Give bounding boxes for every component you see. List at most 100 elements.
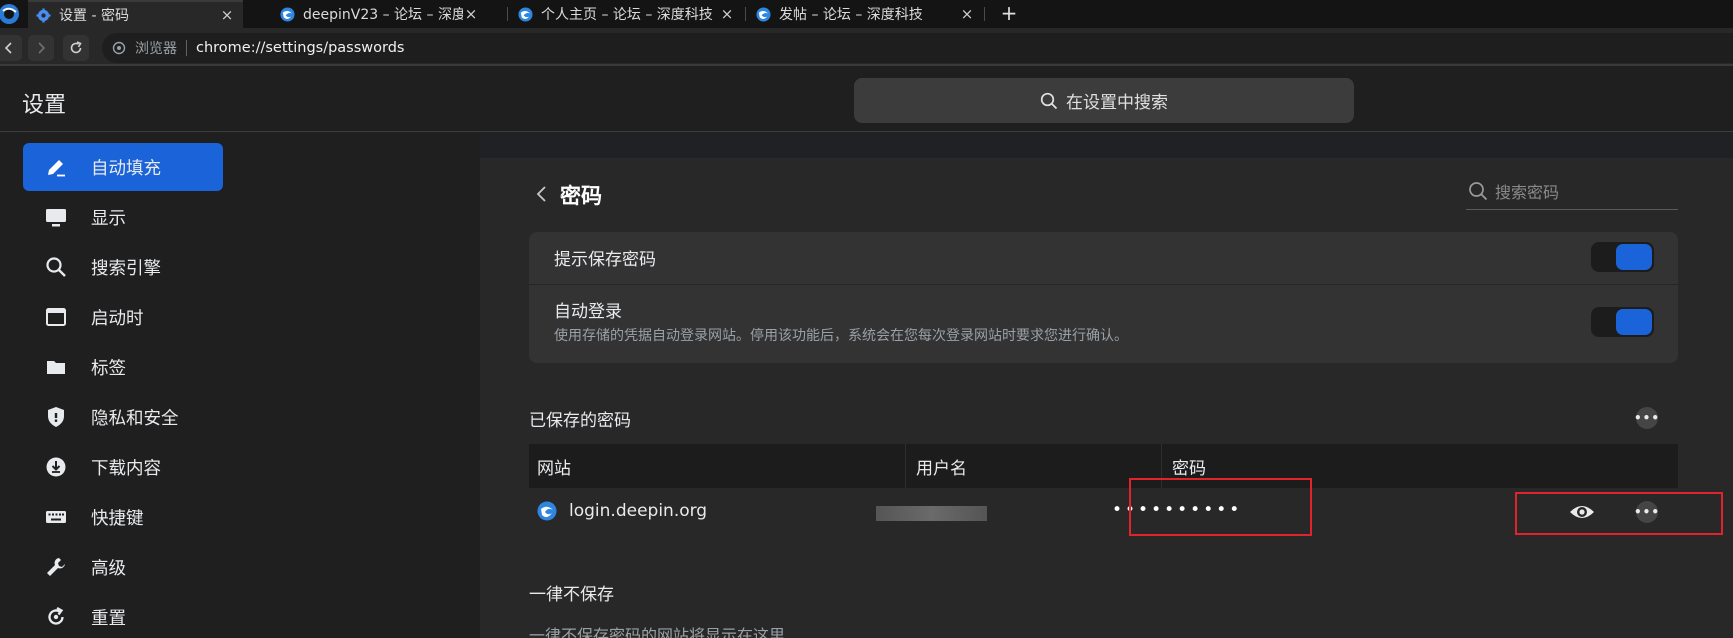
toggle-knob	[1616, 244, 1652, 270]
table-row: login.deepin.org •••••••••• •••	[529, 488, 1678, 536]
wrench-icon	[43, 554, 69, 580]
more-icon: •••	[1634, 411, 1661, 425]
offer-to-save-toggle[interactable]	[1591, 242, 1654, 272]
sidebar-item-label: 标签	[91, 358, 126, 379]
table-header: 网站 用户名 密码	[529, 444, 1678, 488]
chevron-right-icon	[38, 42, 46, 54]
search-placeholder: 在设置中搜索	[1066, 93, 1168, 113]
sidebar-item-reset[interactable]: 重置	[23, 593, 223, 638]
username-redacted	[876, 506, 987, 521]
sidebar-item-autofill[interactable]: 自动填充	[23, 143, 223, 191]
reload-icon	[70, 41, 82, 54]
monitor-icon	[43, 204, 69, 230]
tab-separator	[745, 7, 746, 21]
pencil-icon	[43, 154, 69, 180]
tab-close-icon[interactable]: ×	[463, 5, 479, 23]
column-header-site: 网站	[537, 458, 571, 479]
omnibox-url[interactable]: chrome://settings/passwords	[196, 40, 404, 56]
passwords-page: 密码 搜索密码 提示保存密码 自动登录 使用存储的凭据自动登录网站。停用该功能后…	[480, 158, 1733, 638]
tab-deepin-forum[interactable]: deepinV23 – 论坛 – 深度科技 ×	[272, 0, 487, 28]
sidebar-item-privacy[interactable]: 隐私和安全	[23, 393, 223, 441]
forward-button[interactable]	[28, 35, 54, 61]
chevron-left-icon	[4, 42, 12, 54]
search-icon	[1469, 181, 1488, 200]
tab-close-icon[interactable]: ×	[719, 5, 735, 23]
sidebar-item-advanced[interactable]: 高级	[23, 543, 223, 591]
tab-separator	[984, 7, 985, 21]
back-arrow-icon[interactable]	[532, 184, 552, 204]
site-info-icon[interactable]	[112, 41, 126, 55]
deepin-icon	[280, 6, 295, 22]
column-separator	[905, 444, 906, 488]
browser-logo-icon	[0, 4, 19, 24]
sidebar-item-on-startup[interactable]: 启动时	[23, 293, 223, 341]
search-icon	[43, 254, 69, 280]
offer-to-save-label: 提示保存密码	[554, 250, 656, 270]
toggle-knob	[1616, 309, 1652, 335]
settings-header: 设置 在设置中搜索	[0, 66, 1733, 132]
tab-strip: 设置 - 密码 × deepinV23 – 论坛 – 深度科技 × 个人主页 –…	[0, 0, 1733, 28]
tab-personal-page[interactable]: 个人主页 – 论坛 – 深度科技 ×	[510, 0, 743, 28]
back-button[interactable]	[0, 35, 22, 61]
keyboard-icon	[43, 504, 69, 530]
site-url[interactable]: login.deepin.org	[569, 501, 707, 521]
sidebar-item-label: 快捷键	[91, 508, 144, 529]
omnibox-chip: 浏览器	[135, 41, 177, 57]
search-placeholder: 搜索密码	[1495, 182, 1560, 202]
search-icon	[1040, 92, 1058, 109]
sidebar-item-label: 下载内容	[91, 458, 161, 479]
tab-settings-passwords[interactable]: 设置 - 密码 ×	[28, 0, 243, 28]
settings-sidebar: 自动填充 显示 搜索引擎 启动时 标签 隐私和安全 下载内容 快捷键 高级 重置	[0, 133, 480, 638]
sidebar-item-display[interactable]: 显示	[23, 193, 223, 241]
tab-title: deepinV23 – 论坛 – 深度科技	[303, 7, 463, 23]
highlight-box-password	[1129, 478, 1312, 536]
deepin-icon	[518, 6, 533, 22]
auto-signin-toggle[interactable]	[1591, 307, 1654, 337]
page-title: 密码	[560, 184, 602, 208]
deepin-icon	[756, 6, 771, 22]
offer-to-save-row: 提示保存密码	[529, 232, 1678, 284]
sidebar-item-search-engine[interactable]: 搜索引擎	[23, 243, 223, 291]
column-header-username: 用户名	[916, 458, 967, 479]
saved-passwords-title: 已保存的密码	[529, 411, 631, 431]
reset-icon	[43, 604, 69, 630]
sidebar-item-label: 隐私和安全	[91, 408, 179, 429]
folder-icon	[43, 354, 69, 380]
sidebar-item-downloads[interactable]: 下载内容	[23, 443, 223, 491]
sidebar-item-label: 重置	[91, 608, 126, 629]
sidebar-item-label: 高级	[91, 558, 126, 579]
auto-signin-description: 使用存储的凭据自动登录网站。停用该功能后，系统会在您每次登录网站时要求您进行确认…	[554, 328, 1128, 344]
deepin-icon	[537, 501, 557, 521]
sidebar-item-tabs[interactable]: 标签	[23, 343, 223, 391]
saved-passwords-more-button[interactable]: •••	[1634, 407, 1661, 429]
tab-title: 发帖 – 论坛 – 深度科技	[779, 7, 923, 23]
sidebar-item-label: 启动时	[91, 308, 144, 329]
sidebar-item-label: 自动填充	[91, 158, 161, 179]
reload-button[interactable]	[63, 35, 89, 61]
download-icon	[43, 454, 69, 480]
address-bar[interactable]: 浏览器 chrome://settings/passwords	[102, 33, 1733, 63]
tab-close-icon[interactable]: ×	[959, 5, 975, 23]
gear-icon	[36, 7, 51, 23]
window-icon	[43, 304, 69, 330]
never-saved-title: 一律不保存	[529, 585, 614, 605]
password-search-input[interactable]: 搜索密码	[1466, 172, 1678, 210]
auto-signin-label: 自动登录	[554, 302, 622, 322]
settings-title: 设置	[22, 93, 67, 118]
tab-title: 个人主页 – 论坛 – 深度科技	[541, 7, 713, 23]
password-settings-card: 提示保存密码 自动登录 使用存储的凭据自动登录网站。停用该功能后，系统会在您每次…	[529, 232, 1678, 363]
sidebar-item-label: 显示	[91, 208, 126, 229]
highlight-box-actions	[1515, 492, 1723, 535]
tab-title: 设置 - 密码	[59, 8, 129, 24]
sidebar-item-shortcuts[interactable]: 快捷键	[23, 493, 223, 541]
auto-signin-row: 自动登录 使用存储的凭据自动登录网站。停用该功能后，系统会在您每次登录网站时要求…	[529, 285, 1678, 363]
browser-toolbar: 浏览器 chrome://settings/passwords	[0, 28, 1733, 66]
shield-icon	[43, 404, 69, 430]
tab-close-icon[interactable]: ×	[219, 6, 235, 24]
new-tab-button[interactable]: +	[997, 2, 1021, 26]
tab-new-post[interactable]: 发帖 – 论坛 – 深度科技 ×	[748, 0, 983, 28]
settings-search-input[interactable]: 在设置中搜索	[854, 78, 1354, 123]
never-saved-description: 一律不保存密码的网站将显示在这里	[529, 626, 786, 638]
saved-passwords-table: 网站 用户名 密码 login.deepin.org •••••••••• ••…	[529, 444, 1678, 536]
sidebar-item-label: 搜索引擎	[91, 258, 161, 279]
